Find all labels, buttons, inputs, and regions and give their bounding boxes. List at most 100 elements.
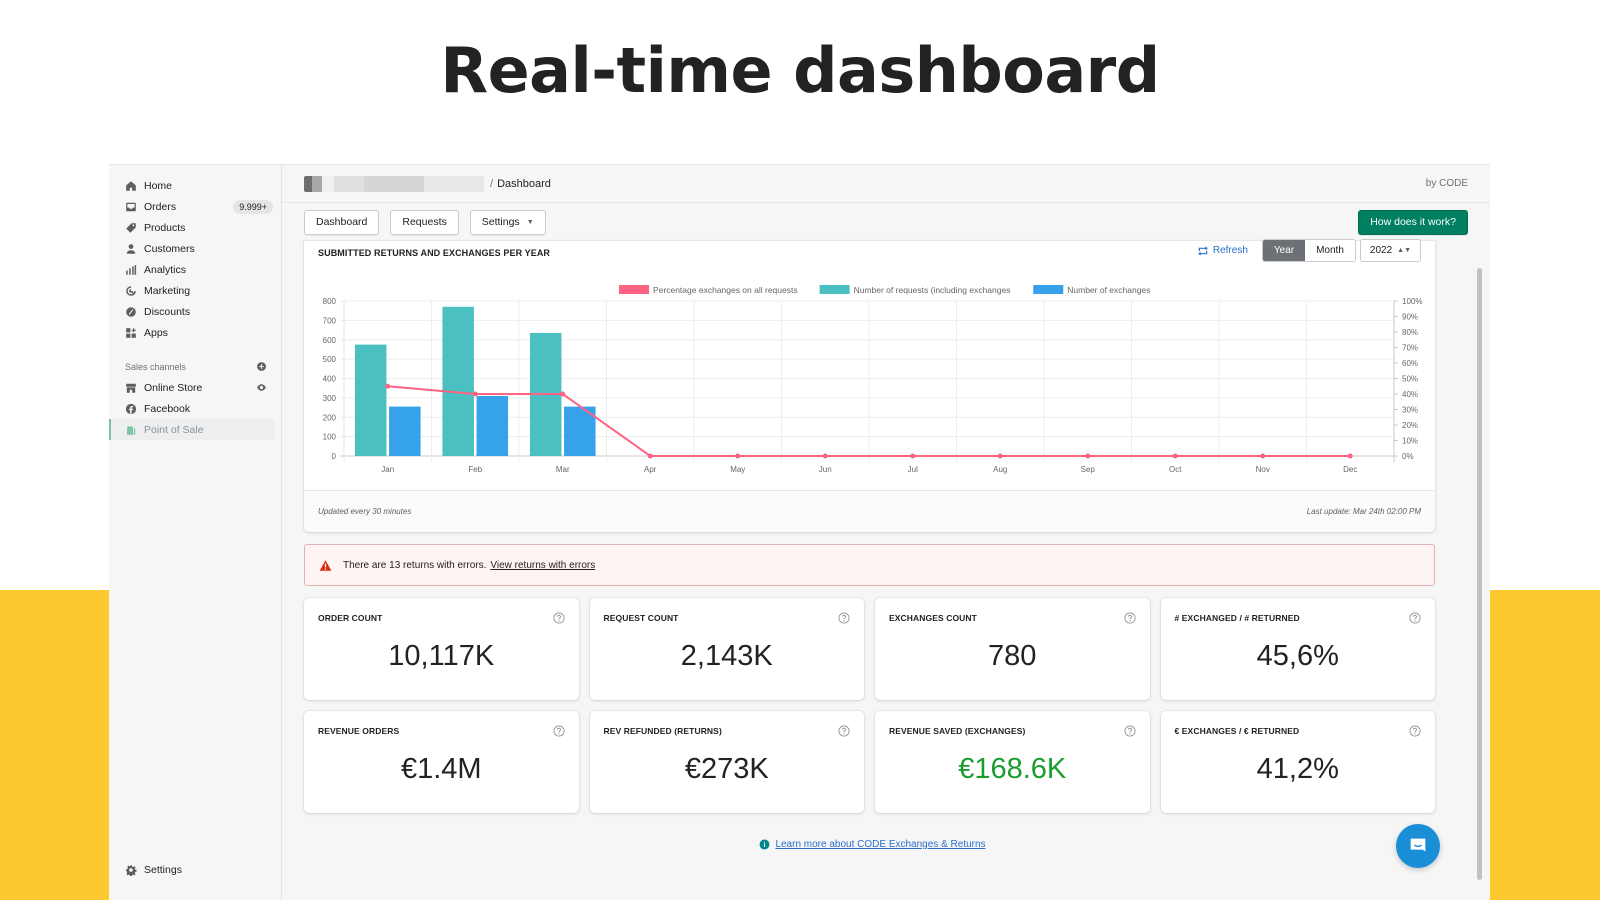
- sidebar-item-home[interactable]: Home: [109, 175, 281, 196]
- scrollbar[interactable]: [1477, 268, 1482, 880]
- y-left-tick-label: 0: [332, 452, 337, 461]
- sidebar-item-apps[interactable]: Apps: [109, 322, 281, 343]
- y-right-tick-label: 40%: [1402, 390, 1418, 399]
- facebook-icon: [125, 403, 137, 415]
- chart-controls: Refresh Year Month 2022 ▲▼: [1197, 239, 1421, 262]
- sales-channels-label: Sales channels: [125, 362, 187, 372]
- help-icon[interactable]: [552, 725, 565, 737]
- chart-footer: Updated every 30 minutes Last update: Ma…: [304, 490, 1435, 532]
- main-content: / Dashboard by CODE Dashboard Requests S…: [282, 165, 1490, 900]
- sidebar-item-online-store[interactable]: Online Store: [109, 377, 281, 398]
- y-left-tick-label: 400: [323, 375, 337, 384]
- x-tick-label: Oct: [1169, 465, 1182, 474]
- x-tick-label: Nov: [1256, 465, 1270, 474]
- bar-requests: [354, 344, 387, 456]
- error-banner: There are 13 returns with errors. View r…: [304, 544, 1435, 586]
- y-left-tick-label: 700: [323, 316, 337, 325]
- dashboard-tab-button[interactable]: Dashboard: [304, 209, 380, 235]
- x-tick-label: Mar: [556, 465, 570, 474]
- help-icon[interactable]: [552, 612, 565, 624]
- app-window: Home Orders 9.999+ Products Customers An…: [109, 164, 1490, 900]
- legend-swatch: [1033, 285, 1064, 294]
- learn-more-footer: Learn more about CODE Exchanges & Return…: [282, 839, 1463, 853]
- by-code-label: by CODE: [1425, 178, 1468, 189]
- sidebar-item-label: Marketing: [144, 284, 191, 297]
- sidebar-item-marketing[interactable]: Marketing: [109, 280, 281, 301]
- learn-more-link[interactable]: Learn more about CODE Exchanges & Return…: [759, 839, 986, 850]
- tag-icon: [125, 222, 137, 234]
- year-select[interactable]: 2022 ▲▼: [1359, 239, 1421, 262]
- legend-label: Percentage exchanges on all requests: [653, 285, 798, 295]
- sidebar-item-label: Analytics: [144, 263, 187, 276]
- line-point: [1260, 453, 1266, 459]
- x-tick-label: Jan: [381, 465, 394, 474]
- period-year-option[interactable]: Year: [1262, 240, 1306, 261]
- stats-grid: ORDER COUNT 10,117K REQUEST COUNT 2,143K EXC…: [304, 598, 1435, 813]
- requests-tab-button[interactable]: Requests: [390, 209, 459, 235]
- view-errors-link[interactable]: View returns with errors: [490, 560, 595, 571]
- settings-dropdown-button[interactable]: Settings ▼: [469, 209, 546, 235]
- store-icon: [125, 382, 137, 394]
- legend-label: Number of requests (including exchanges: [854, 285, 1011, 295]
- help-icon[interactable]: [838, 612, 850, 624]
- error-banner-text: There are 13 returns with errors.: [343, 559, 487, 571]
- stat-value: 10,117K: [388, 640, 495, 672]
- sidebar-item-discounts[interactable]: Discounts: [109, 301, 281, 322]
- stat-label: REVENUE ORDERS: [318, 726, 400, 736]
- stat-card: REVENUE ORDERS €1.4M: [304, 711, 579, 813]
- sidebar-item-orders[interactable]: Orders 9.999+: [109, 196, 281, 217]
- bar-exchanges: [476, 395, 509, 456]
- help-icon[interactable]: [1123, 612, 1136, 624]
- help-icon[interactable]: [1409, 725, 1421, 737]
- topbar: / Dashboard by CODE: [282, 165, 1490, 203]
- sidebar-item-label: Customers: [144, 242, 195, 255]
- gear-icon: [125, 864, 137, 876]
- y-right-tick-label: 10%: [1402, 437, 1418, 446]
- y-right-tick-label: 90%: [1402, 313, 1418, 322]
- help-icon[interactable]: [1123, 725, 1136, 737]
- line-point: [997, 453, 1003, 459]
- stat-value: €273K: [684, 753, 769, 785]
- help-icon[interactable]: [838, 725, 850, 737]
- how-does-it-work-button[interactable]: How does it work?: [1358, 209, 1468, 235]
- sidebar-item-point-of-sale[interactable]: Point of Sale: [109, 419, 275, 440]
- line-point: [1172, 453, 1178, 459]
- sidebar-item-facebook[interactable]: Facebook: [109, 398, 281, 419]
- sidebar-item-products[interactable]: Products: [109, 217, 281, 238]
- home-icon: [125, 180, 137, 192]
- sidebar-item-customers[interactable]: Customers: [109, 238, 281, 259]
- returns-chart: Percentage exchanges on all requests Numb…: [323, 285, 1422, 474]
- sidebar-item-label: Home: [144, 179, 173, 192]
- stat-label: € EXCHANGES / € RETURNED: [1174, 726, 1300, 736]
- sidebar-item-label: Products: [144, 221, 186, 234]
- line-point: [822, 453, 828, 459]
- bar-exchanges: [389, 406, 421, 456]
- stat-label: # EXCHANGED / # RETURNED: [1174, 613, 1300, 623]
- stat-label: REV REFUNDED (RETURNS): [603, 726, 722, 736]
- stat-value: 41,2%: [1256, 753, 1339, 785]
- chat-button[interactable]: [1396, 824, 1440, 868]
- x-tick-label: Jun: [819, 465, 832, 474]
- y-left-tick-label: 200: [323, 413, 337, 422]
- breadcrumb-separator: /: [490, 177, 494, 190]
- stat-value: €1.4M: [400, 753, 482, 785]
- x-tick-label: Feb: [468, 465, 482, 474]
- x-tick-label: Jul: [908, 465, 918, 474]
- refresh-button[interactable]: Refresh: [1197, 245, 1248, 257]
- sidebar-item-settings[interactable]: Settings: [109, 859, 281, 880]
- sidebar-item-label: Facebook: [144, 402, 191, 415]
- stat-value: 2,143K: [680, 640, 773, 672]
- help-icon[interactable]: [1409, 612, 1421, 624]
- period-month-option[interactable]: Month: [1305, 240, 1355, 261]
- x-tick-label: Aug: [993, 465, 1007, 474]
- stat-card: # EXCHANGED / # RETURNED 45,6%: [1160, 598, 1435, 700]
- add-channel-icon[interactable]: [256, 361, 267, 374]
- y-right-tick-label: 70%: [1402, 344, 1418, 353]
- y-right-tick-label: 30%: [1402, 406, 1418, 415]
- target-icon: [125, 285, 137, 297]
- sidebar-item-analytics[interactable]: Analytics: [109, 259, 281, 280]
- legend-swatch: [619, 285, 649, 294]
- eye-icon[interactable]: [256, 382, 267, 393]
- toolbar: Dashboard Requests Settings ▼ How does i…: [282, 203, 1490, 241]
- y-left-tick-label: 300: [323, 394, 337, 403]
